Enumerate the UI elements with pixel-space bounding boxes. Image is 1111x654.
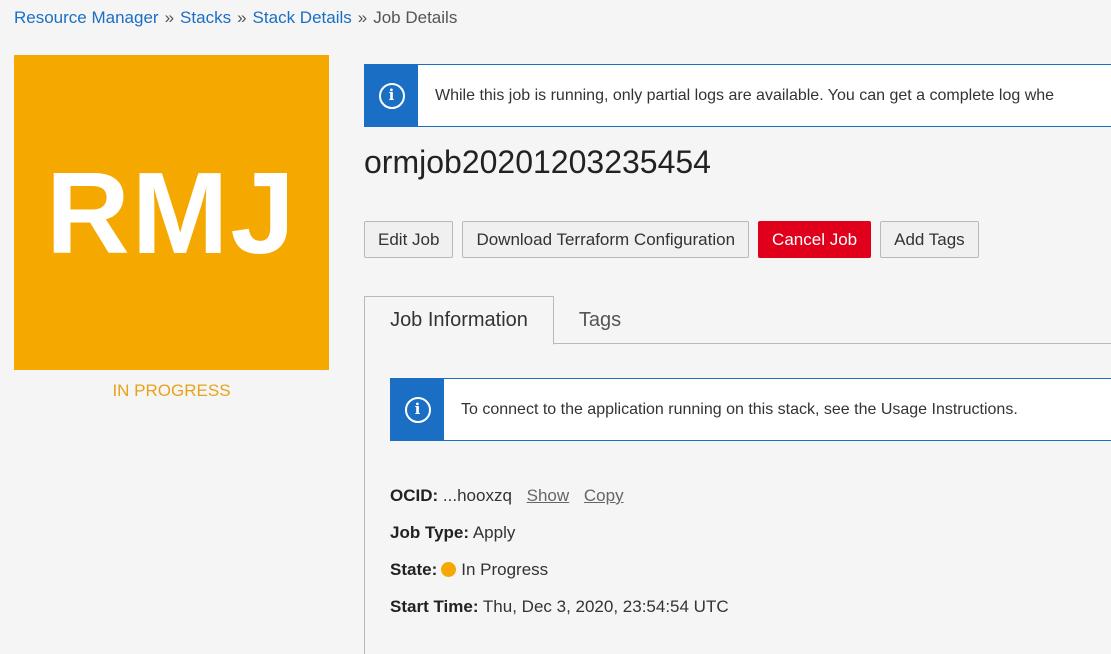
partial-logs-alert-text: While this job is running, only partial …	[435, 86, 1055, 104]
info-icon: i	[378, 82, 405, 109]
edit-job-button[interactable]: Edit Job	[364, 221, 454, 258]
job-details: OCID: ...hooxzq Show Copy Job Type: Appl…	[390, 484, 729, 632]
job-type-row: Job Type: Apply	[390, 521, 729, 558]
add-tags-button[interactable]: Add Tags	[880, 221, 979, 258]
cancel-job-button[interactable]: Cancel Job	[758, 221, 872, 258]
start-time-label: Start Time:	[390, 597, 479, 616]
breadcrumb-current: Job Details	[373, 8, 458, 27]
start-time-value: Thu, Dec 3, 2020, 23:54:54 UTC	[482, 597, 729, 616]
start-time-row: Start Time: Thu, Dec 3, 2020, 23:54:54 U…	[390, 595, 729, 632]
partial-logs-alert: i While this job is running, only partia…	[364, 64, 1111, 127]
breadcrumb: Resource Manager » Stacks » Stack Details » Jo…	[14, 6, 457, 30]
job-type-value: Apply	[472, 523, 516, 542]
ocid-value: ...hooxzq	[442, 486, 512, 505]
state-row: State: In Progress	[390, 558, 729, 595]
job-type-label: Job Type:	[390, 523, 470, 542]
job-badge: RMJ	[14, 55, 329, 370]
state-indicator-icon	[441, 562, 457, 577]
tab-job-information[interactable]: Job Information	[364, 296, 554, 345]
usage-instructions-alert: i To connect to the application running …	[390, 378, 1111, 441]
job-status-label: IN PROGRESS	[112, 381, 231, 400]
state-label: State:	[390, 560, 438, 579]
job-badge-text: RMJ	[46, 147, 297, 278]
ocid-label: OCID:	[390, 486, 439, 505]
tab-tags[interactable]: Tags	[564, 296, 636, 345]
tab-panel-border	[364, 344, 365, 654]
alert-icon-box: i	[365, 65, 418, 126]
page-title: ormjob20201203235454	[364, 144, 711, 180]
breadcrumb-stacks[interactable]: Stacks	[180, 8, 231, 27]
copy-ocid-link[interactable]: Copy	[584, 486, 624, 505]
tab-bar: Job Information Tags	[364, 296, 1111, 345]
ocid-row: OCID: ...hooxzq Show Copy	[390, 484, 729, 521]
download-terraform-button[interactable]: Download Terraform Configuration	[462, 221, 750, 258]
breadcrumb-separator: »	[357, 8, 368, 27]
breadcrumb-resource-manager[interactable]: Resource Manager	[14, 8, 159, 27]
state-value: In Progress	[461, 560, 549, 579]
usage-instructions-alert-text: To connect to the application running on…	[461, 400, 1018, 418]
action-bar: Edit Job Download Terraform Configuratio…	[364, 221, 979, 258]
breadcrumb-separator: »	[164, 8, 175, 27]
breadcrumb-stack-details[interactable]: Stack Details	[253, 8, 352, 27]
info-icon: i	[404, 396, 431, 423]
alert-icon-box: i	[391, 379, 444, 440]
show-ocid-link[interactable]: Show	[527, 486, 570, 505]
breadcrumb-separator: »	[237, 8, 247, 27]
